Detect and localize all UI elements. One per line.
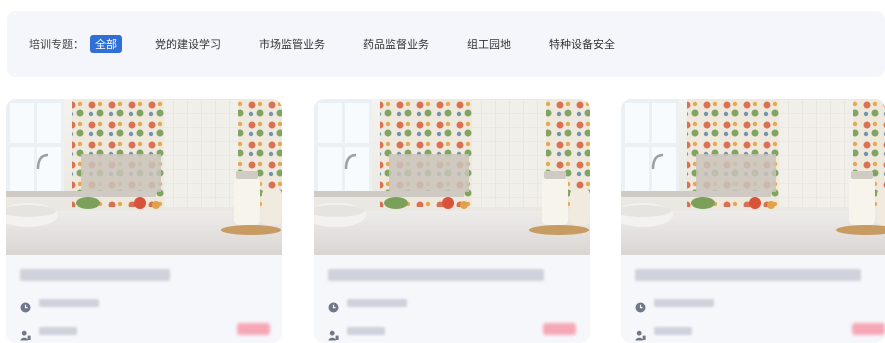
participant-count	[654, 327, 692, 335]
person-icon	[635, 326, 646, 340]
course-date	[328, 297, 407, 312]
course-thumbnail[interactable]	[621, 99, 885, 255]
filter-item-organization[interactable]: 组工园地	[467, 36, 511, 52]
course-date	[20, 297, 99, 312]
date-value	[654, 299, 714, 307]
course-date	[635, 297, 714, 312]
clock-icon	[328, 298, 339, 312]
filter-item-drug-supervision[interactable]: 药品监督业务	[363, 36, 429, 52]
course-card[interactable]	[6, 99, 282, 343]
date-value	[347, 299, 407, 307]
course-participants	[328, 325, 385, 340]
person-icon	[20, 326, 31, 340]
filter-item-market-supervision[interactable]: 市场监管业务	[259, 36, 325, 52]
course-title[interactable]	[20, 269, 170, 281]
course-participants	[635, 325, 692, 340]
course-card[interactable]	[314, 99, 590, 343]
price-badge	[852, 323, 885, 335]
date-value	[39, 299, 99, 307]
course-list-page: 培训专题： 全部 党的建设学习 市场监管业务 药品监督业务 组工园地 特种设备安…	[0, 0, 885, 343]
clock-icon	[635, 298, 646, 312]
clock-icon	[20, 298, 31, 312]
course-card[interactable]	[621, 99, 885, 343]
filter-item-special-equipment[interactable]: 特种设备安全	[549, 36, 615, 52]
person-icon	[328, 326, 339, 340]
filter-label: 培训专题：	[29, 38, 84, 51]
course-title[interactable]	[635, 269, 861, 281]
filter-item-all[interactable]: 全部	[90, 35, 122, 53]
topic-filter-bar: 培训专题： 全部 党的建设学习 市场监管业务 药品监督业务 组工园地 特种设备安…	[7, 11, 885, 77]
participant-count	[39, 327, 77, 335]
course-title[interactable]	[328, 269, 544, 281]
filter-item-party-building[interactable]: 党的建设学习	[155, 36, 221, 52]
participant-count	[347, 327, 385, 335]
course-card-list	[6, 99, 885, 343]
course-thumbnail[interactable]	[6, 99, 282, 255]
price-badge	[543, 323, 576, 335]
course-thumbnail[interactable]	[314, 99, 590, 255]
course-participants	[20, 325, 77, 340]
price-badge	[237, 323, 270, 335]
